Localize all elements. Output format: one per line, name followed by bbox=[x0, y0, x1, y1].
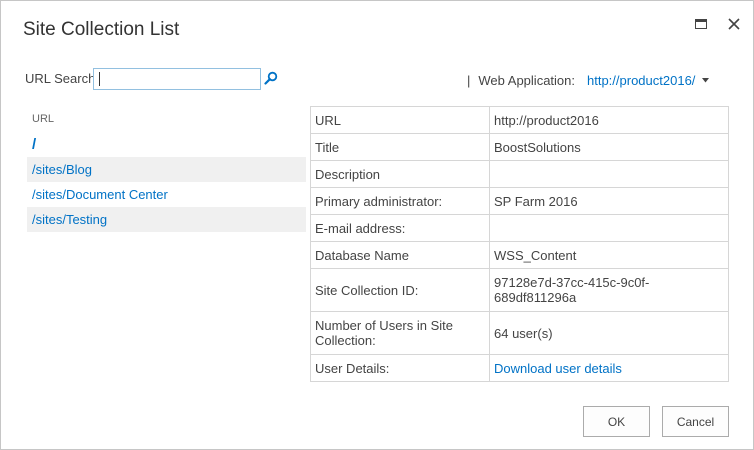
detail-key: E-mail address: bbox=[310, 214, 490, 242]
url-search-input[interactable] bbox=[93, 68, 261, 90]
table-row: User Details: Download user details bbox=[310, 354, 729, 382]
table-row: Number of Users in Site Collection: 64 u… bbox=[310, 311, 729, 355]
detail-key: Site Collection ID: bbox=[310, 268, 490, 312]
detail-key: Title bbox=[310, 133, 490, 161]
url-list-item[interactable]: / bbox=[27, 132, 306, 157]
url-column-header: URL bbox=[32, 113, 55, 125]
detail-key: Number of Users in Site Collection: bbox=[310, 311, 490, 355]
table-row: URL http://product2016 bbox=[310, 106, 729, 134]
table-row: E-mail address: bbox=[310, 214, 729, 242]
table-row: Title BoostSolutions bbox=[310, 133, 729, 161]
detail-value: SP Farm 2016 bbox=[489, 187, 729, 215]
url-list: / /sites/Blog /sites/Document Center /si… bbox=[27, 132, 306, 232]
search-icon[interactable] bbox=[264, 71, 278, 85]
detail-key: Primary administrator: bbox=[310, 187, 490, 215]
separator: | bbox=[467, 73, 471, 88]
url-list-item[interactable]: /sites/Blog bbox=[27, 157, 306, 182]
detail-value bbox=[489, 160, 729, 188]
detail-value: WSS_Content bbox=[489, 241, 729, 269]
web-application-value[interactable]: http://product2016/ bbox=[587, 73, 695, 88]
url-list-item[interactable]: /sites/Document Center bbox=[27, 182, 306, 207]
table-row: Site Collection ID: 97128e7d-37cc-415c-9… bbox=[310, 268, 729, 312]
web-application-selector: | Web Application: http://product2016/ bbox=[467, 73, 710, 88]
cancel-button[interactable]: Cancel bbox=[662, 406, 729, 437]
detail-value bbox=[489, 214, 729, 242]
detail-value: Download user details bbox=[489, 354, 729, 382]
detail-value: BoostSolutions bbox=[489, 133, 729, 161]
site-details-table: URL http://product2016 Title BoostSoluti… bbox=[310, 106, 729, 382]
maximize-icon bbox=[695, 19, 707, 29]
table-row: Database Name WSS_Content bbox=[310, 241, 729, 269]
dialog-title: Site Collection List bbox=[23, 19, 180, 40]
download-user-details-link[interactable]: Download user details bbox=[494, 361, 622, 376]
ok-button[interactable]: OK bbox=[583, 406, 650, 437]
url-search-label: URL Search bbox=[25, 71, 96, 86]
url-list-item[interactable]: /sites/Testing bbox=[27, 207, 306, 232]
detail-value: 64 user(s) bbox=[489, 311, 729, 355]
detail-key: User Details: bbox=[310, 354, 490, 382]
maximize-button[interactable] bbox=[690, 13, 712, 35]
detail-value: http://product2016 bbox=[489, 106, 729, 134]
detail-key: URL bbox=[310, 106, 490, 134]
table-row: Primary administrator: SP Farm 2016 bbox=[310, 187, 729, 215]
site-collection-dialog: Site Collection List URL Search | Web Ap… bbox=[0, 0, 754, 450]
detail-key: Database Name bbox=[310, 241, 490, 269]
text-caret bbox=[99, 72, 100, 86]
web-application-label: Web Application: bbox=[478, 73, 575, 88]
detail-key: Description bbox=[310, 160, 490, 188]
detail-value: 97128e7d-37cc-415c-9c0f-689df811296a bbox=[489, 268, 729, 312]
close-icon bbox=[728, 18, 740, 30]
close-button[interactable] bbox=[723, 13, 745, 35]
table-row: Description bbox=[310, 160, 729, 188]
chevron-down-icon[interactable] bbox=[702, 78, 710, 83]
